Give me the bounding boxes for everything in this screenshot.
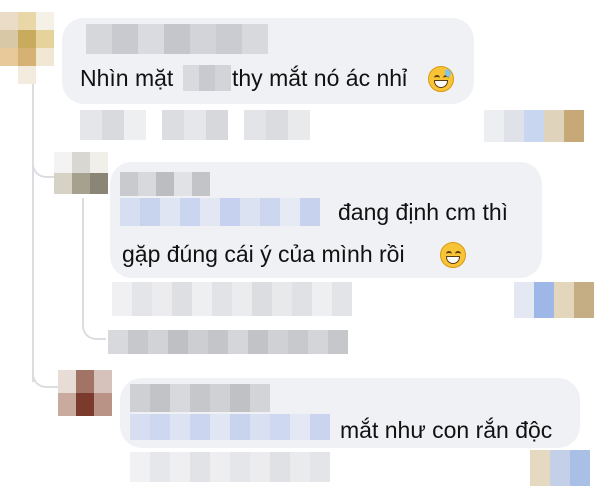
redacted-mention xyxy=(120,198,320,226)
comment-text-part: Nhìn mặt xyxy=(80,65,174,91)
comment-text-part: thy mắt nó ác nhỉ xyxy=(232,65,408,91)
author-name-redacted[interactable] xyxy=(86,24,268,54)
thread-line-main xyxy=(32,82,34,382)
reply-text: mắt như con rắn độc xyxy=(340,417,553,443)
grinning-icon xyxy=(440,242,466,268)
reply-text-line: gặp đúng cái ý của mình rồi xyxy=(122,241,405,267)
reply-actions-redacted[interactable] xyxy=(130,452,330,482)
avatar[interactable] xyxy=(58,370,112,416)
reaction-count-redacted[interactable] xyxy=(514,282,594,318)
reply-actions-redacted[interactable] xyxy=(112,282,352,316)
avatar[interactable] xyxy=(54,152,108,194)
reaction-count-redacted[interactable] xyxy=(484,110,584,142)
reply-text-line: đang định cm thì xyxy=(338,199,509,225)
author-name-redacted[interactable] xyxy=(120,172,210,196)
thread-connector-reply-1-sub xyxy=(82,300,106,340)
reaction-count-redacted[interactable] xyxy=(530,450,590,486)
grinning-sweat-icon xyxy=(428,66,454,92)
redacted-name-mention xyxy=(183,65,231,91)
avatar[interactable] xyxy=(0,12,54,84)
comment-actions-redacted[interactable] xyxy=(80,110,310,140)
thread-connector-reply-2 xyxy=(32,362,58,388)
redacted-mention xyxy=(130,414,330,440)
view-more-replies-redacted[interactable] xyxy=(108,330,348,354)
author-name-redacted[interactable] xyxy=(130,384,270,412)
